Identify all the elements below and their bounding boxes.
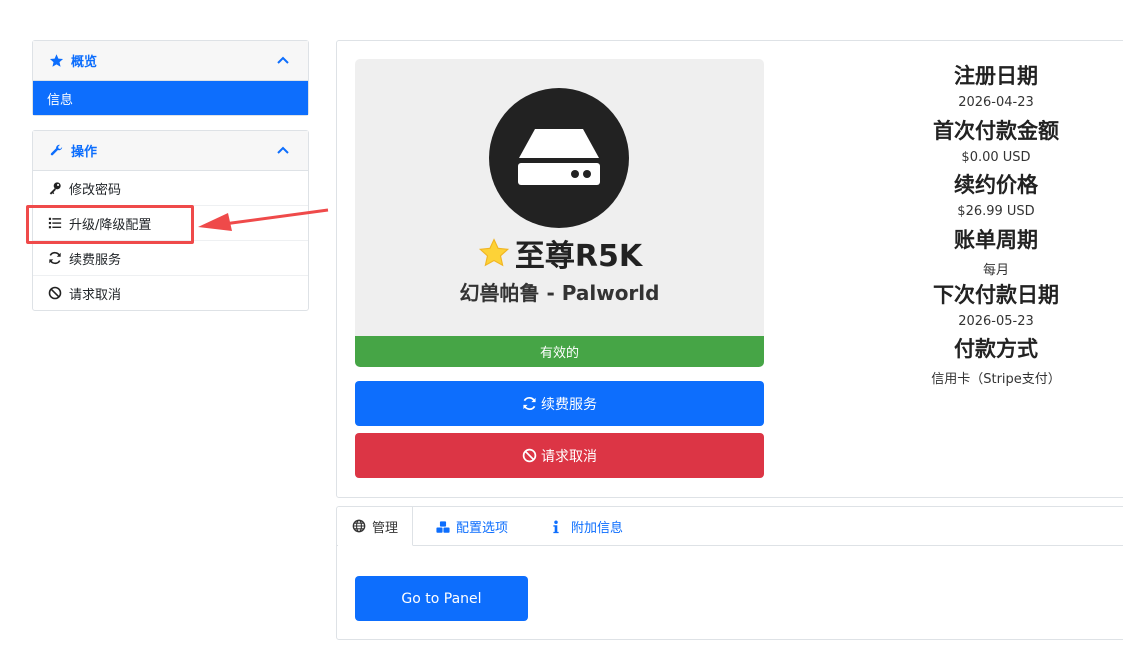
sidebar-panel-overview: 概览 信息 (32, 40, 309, 116)
billing-cycle-value: 每月 (982, 263, 1009, 278)
product-group: 幻兽帕鲁 - Palworld (459, 281, 660, 305)
cubes-icon (436, 520, 450, 534)
renew-button-label: 续费服务 (541, 396, 597, 413)
hdd-icon (489, 88, 629, 228)
tab-label: 附加信息 (571, 521, 624, 536)
renew-button[interactable]: 续费服务 (355, 381, 764, 426)
refresh-icon (48, 251, 63, 266)
globe-icon (352, 519, 366, 533)
sidebar-panel-actions-header[interactable]: 操作 (33, 131, 308, 171)
info-icon (551, 519, 565, 534)
cancel-button-label: 请求取消 (541, 448, 597, 465)
registration-date-label: 注册日期 (954, 64, 1038, 88)
list-icon (48, 216, 63, 231)
next-due-value: 2026-05-23 (958, 314, 1034, 329)
product-summary: 至尊R5K 幻兽帕鲁 - Palworld (355, 59, 764, 337)
tab-label: 配置选项 (456, 521, 509, 536)
sidebar-item-label: 请求取消 (69, 288, 122, 303)
chevron-up-icon[interactable] (276, 53, 290, 67)
payment-method-value: 信用卡（Stripe支付） (931, 372, 1061, 387)
sidebar-panel-actions-title: 操作 (71, 145, 98, 160)
billing-cycle-label: 账单周期 (954, 228, 1038, 252)
sidebar-item-info[interactable]: 信息 (33, 81, 308, 115)
key-icon (48, 181, 63, 196)
status-badge: 有效的 (355, 336, 764, 367)
ban-icon (522, 448, 537, 463)
first-payment-label: 首次付款金额 (933, 119, 1059, 143)
tab-config-options[interactable]: 配置选项 (422, 507, 522, 546)
sidebar-item-label: 升级/降级配置 (69, 217, 152, 233)
first-payment-value: $0.00 USD (961, 150, 1031, 165)
star-icon (477, 236, 511, 270)
go-to-panel-button[interactable]: Go to Panel (355, 576, 528, 621)
ban-icon (48, 286, 63, 301)
tab-additional-info[interactable]: 附加信息 (537, 507, 637, 546)
sidebar-item-renew[interactable]: 续费服务 (33, 241, 308, 276)
wrench-icon (49, 143, 65, 159)
tab-manage[interactable]: 管理 (338, 507, 414, 546)
renewal-price-value: $26.99 USD (957, 204, 1035, 219)
product-name: 至尊R5K (355, 231, 764, 275)
next-due-label: 下次付款日期 (933, 283, 1059, 307)
cancel-button[interactable]: 请求取消 (355, 433, 764, 478)
chevron-up-icon[interactable] (276, 143, 290, 157)
star-icon (49, 53, 65, 69)
tab-label: 管理 (372, 520, 399, 536)
refresh-icon (522, 396, 537, 411)
payment-method-label: 付款方式 (954, 337, 1038, 361)
sidebar-item-request-cancel[interactable]: 请求取消 (33, 276, 308, 311)
sidebar-item-label: 续费服务 (69, 252, 122, 268)
sidebar-item-label: 信息 (47, 92, 74, 108)
sidebar-panel-overview-header[interactable]: 概览 (33, 41, 308, 81)
sidebar-panel-overview-title: 概览 (71, 55, 98, 70)
product-name-text: 至尊R5K (514, 239, 643, 274)
annotation-arrow-icon (198, 208, 329, 231)
sidebar-item-label: 修改密码 (69, 182, 122, 198)
renewal-price-label: 续约价格 (954, 173, 1038, 197)
registration-date-value: 2026-04-23 (958, 95, 1034, 110)
